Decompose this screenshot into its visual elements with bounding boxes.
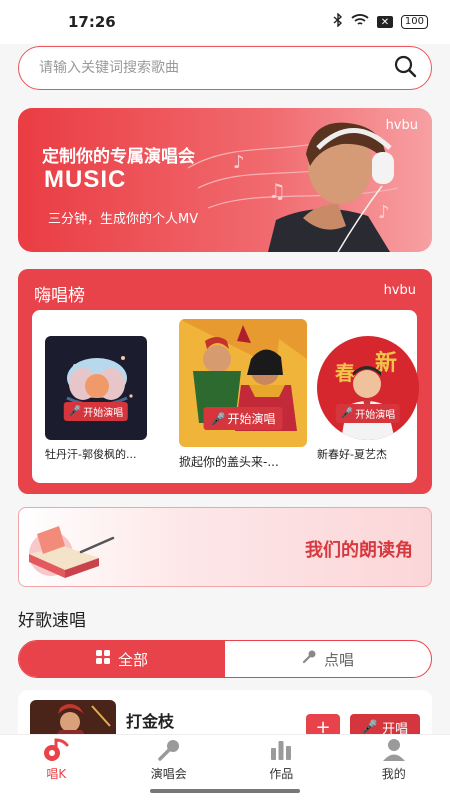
tab-all-label: 全部 <box>117 650 148 669</box>
chart-song-1[interactable]: 🎤 开始演唱 牡丹汗-郭俊枫的... <box>45 336 149 462</box>
mic-icon: 🎤 <box>361 719 379 735</box>
concert-banner[interactable]: ♪ ♫ ♪ hvbu 定制你的专属演唱会 MUSIC 三分钟，生成你的个人MV <box>18 108 432 252</box>
chart-brand: hvbu <box>383 283 416 298</box>
wifi-icon <box>351 13 369 31</box>
svg-text:♪: ♪ <box>378 202 390 223</box>
microphone-icon <box>302 650 316 668</box>
search-icon[interactable] <box>393 54 417 82</box>
svg-text:♪: ♪ <box>233 152 245 173</box>
banner-music-text: MUSIC <box>44 166 127 193</box>
banner-brand: hvbu <box>385 118 418 133</box>
start-sing-tag[interactable]: 🎤 开始演唱 <box>203 407 283 430</box>
search-bar[interactable] <box>18 46 432 90</box>
tab-mine-label: 我的 <box>381 767 406 781</box>
banner-title: 定制你的专属演唱会 <box>42 147 195 167</box>
battery-icon: 100 <box>400 15 428 29</box>
start-sing-tag[interactable]: 🎤 开始演唱 <box>335 404 401 423</box>
mic-icon: 🎤 <box>340 408 354 419</box>
quick-sing-heading: 好歌速唱 <box>18 611 86 631</box>
grid-icon <box>95 650 110 668</box>
chart-song-2[interactable]: 🎤 开始演唱 掀起你的盖头来-... <box>179 319 307 470</box>
search-input[interactable] <box>39 60 393 76</box>
reading-corner-label: 我们的朗读角 <box>305 540 413 561</box>
mic-icon: 🎤 <box>210 411 226 426</box>
user-icon <box>380 737 408 763</box>
svg-text:春: 春 <box>334 361 356 385</box>
chart-song-name: 牡丹汗-郭俊枫的... <box>45 448 137 461</box>
song-cover: 🎤 开始演唱 <box>45 336 147 440</box>
tab-karaoke[interactable]: 唱K <box>0 735 113 784</box>
reading-corner-banner[interactable]: 我们的朗读角 <box>18 507 432 587</box>
song-list-item[interactable]: 打金枝 + 🎤 开唱 <box>18 690 432 740</box>
tab-concert[interactable]: 演唱会 <box>113 735 226 784</box>
home-bar[interactable] <box>150 789 300 793</box>
chart-song-name: 掀起你的盖头来-... <box>179 455 279 469</box>
tab-karaoke-label: 唱K <box>46 767 67 781</box>
music-note-icon <box>42 737 70 763</box>
song-cover: 新 春 🎤 开始演唱 <box>317 336 419 440</box>
chart-title: 嗨唱榜 <box>34 286 85 306</box>
category-tabs: 全部 点唱 <box>18 640 432 678</box>
svg-text:♫: ♫ <box>268 179 286 203</box>
banner-subtitle: 三分钟，生成你的个人MV <box>48 212 199 227</box>
book-illustration <box>29 526 115 578</box>
mic-icon: 🎤 <box>68 406 82 417</box>
bottom-tab-bar: 唱K 演唱会 作品 我的 <box>0 734 450 784</box>
start-sing-tag[interactable]: 🎤 开始演唱 <box>63 402 129 421</box>
song-cover: 🎤 开始演唱 <box>179 319 307 447</box>
status-time: 17:26 <box>68 13 116 31</box>
song-title: 打金枝 <box>126 712 175 731</box>
chart-song-name: 新春好-夏艺杰 <box>317 448 387 461</box>
sim-icon: ✕ <box>376 16 393 28</box>
tab-mine[interactable]: 我的 <box>338 735 450 784</box>
tab-request[interactable]: 点唱 <box>225 641 431 677</box>
bar-chart-icon <box>267 737 295 763</box>
status-bar: 17:26 ✕ 100 <box>0 0 450 44</box>
tab-works[interactable]: 作品 <box>225 735 338 784</box>
microphone-icon <box>155 737 183 763</box>
home-indicator <box>0 784 450 800</box>
bluetooth-icon <box>333 12 343 31</box>
tab-concert-label: 演唱会 <box>150 767 187 781</box>
tab-request-label: 点唱 <box>323 650 354 669</box>
chart-song-3[interactable]: 新 春 🎤 开始演唱 新春好-夏艺杰 <box>317 336 419 462</box>
tab-works-label: 作品 <box>269 767 294 781</box>
tab-all[interactable]: 全部 <box>19 641 225 677</box>
chart-card: 🎤 开始演唱 牡丹汗-郭俊枫的... 🎤 开始演唱 掀起你的盖头来-... 新 … <box>32 310 419 483</box>
hot-chart-section: 嗨唱榜 hvbu 🎤 开始演唱 牡丹汗-郭俊枫的... 🎤 开始演唱 掀起你的盖… <box>18 269 432 494</box>
status-icons: ✕ 100 <box>333 12 428 31</box>
